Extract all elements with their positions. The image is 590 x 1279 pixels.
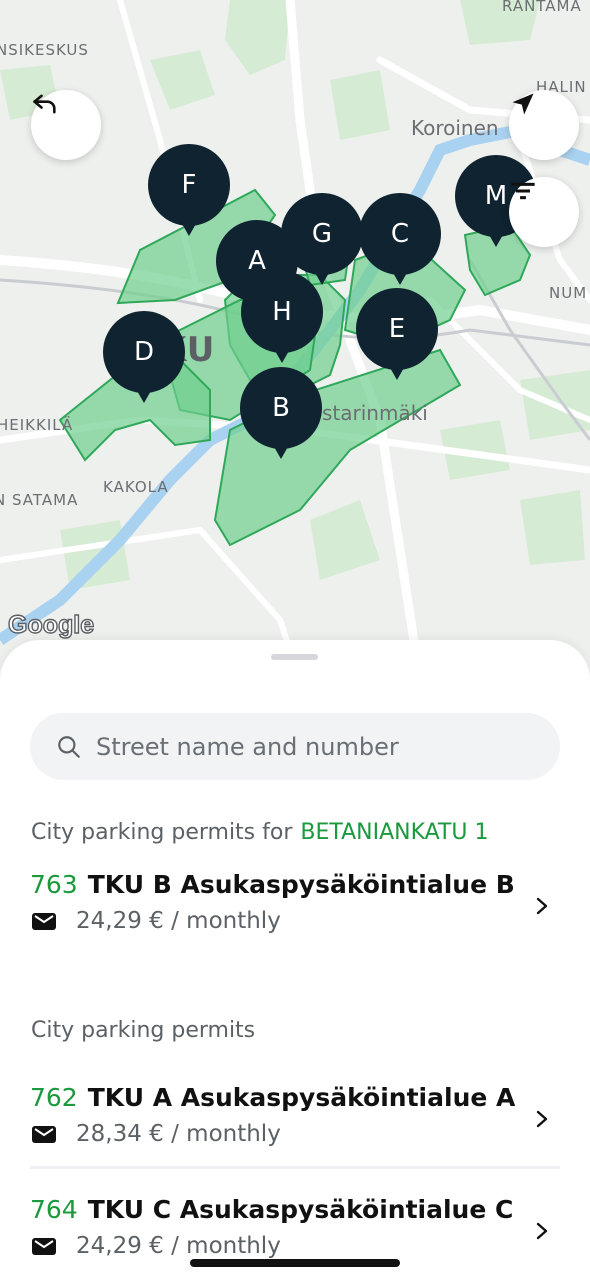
nearby-permits-heading: City parking permits for BETANIANKATU 1 [31, 820, 489, 845]
sheet-drag-handle[interactable] [271, 654, 318, 660]
list-divider [30, 1166, 560, 1169]
zone-marker-f[interactable]: F [148, 144, 230, 236]
chevron-right-icon [536, 897, 548, 915]
permit-price: 24,29 € / monthly [76, 1233, 281, 1259]
permit-title: TKU B Asukaspysäköintialue B [87, 870, 515, 899]
permit-price: 24,29 € / monthly [76, 908, 281, 934]
undo-arrow-icon [33, 94, 56, 114]
filter-button[interactable] [509, 177, 579, 247]
nearby-address: BETANIANKATU 1 [300, 820, 489, 845]
permit-title: TKU C Asukaspysäköintialue C [87, 1195, 514, 1224]
map-view[interactable]: RANTAMA NSIKESKUS HALIN Koroinen NUM KU … [0, 0, 590, 680]
locate-me-button[interactable] [509, 90, 579, 160]
map-label-starinmaki: starinmäki [322, 401, 428, 425]
map-label-num: NUM [549, 284, 588, 302]
bottom-sheet: City parking permits for BETANIANKATU 1 7… [0, 640, 590, 1279]
zone-marker-e[interactable]: E [356, 288, 438, 380]
permit-item-763[interactable]: 763 TKU B Asukaspysäköintialue B 24,29 € … [30, 870, 560, 956]
map-label-satama: N SATAMA [0, 491, 79, 509]
search-bar[interactable] [30, 713, 560, 780]
permit-price: 28,34 € / monthly [76, 1121, 281, 1147]
permit-code: 764 [30, 1195, 78, 1224]
home-indicator[interactable] [190, 1259, 400, 1267]
chevron-right-icon [536, 1110, 548, 1128]
permit-code: 762 [30, 1083, 78, 1112]
map-label-koroinen: Koroinen [411, 116, 499, 140]
chevron-right-icon [536, 1222, 548, 1240]
all-permits-heading: City parking permits [31, 1018, 256, 1043]
map-label-keskus: NSIKESKUS [0, 41, 89, 59]
zone-marker-d[interactable]: D [103, 311, 185, 403]
search-icon [58, 735, 80, 758]
zone-marker-h[interactable]: H [241, 271, 323, 363]
zone-marker-c[interactable]: C [359, 193, 441, 285]
permit-name: 764 TKU C Asukaspysäköintialue C [30, 1195, 513, 1224]
map-label-kakola: KAKOLA [103, 478, 169, 496]
zone-marker-g[interactable]: G [281, 193, 363, 285]
permit-code: 763 [30, 870, 78, 899]
map-label-heikkila: HEIKKILÄ [0, 416, 74, 434]
wallet-icon [32, 913, 56, 930]
permit-name: 762 TKU A Asukaspysäköintialue A [30, 1083, 515, 1112]
permit-price-row: 24,29 € / monthly [30, 908, 281, 934]
nearby-permits-title: City parking permits for [31, 820, 293, 845]
permit-price-row: 24,29 € / monthly [30, 1233, 281, 1259]
back-button[interactable] [31, 90, 101, 160]
filter-icon [511, 182, 535, 200]
search-input[interactable] [96, 732, 536, 761]
permit-price-row: 28,34 € / monthly [30, 1121, 281, 1147]
wallet-icon [32, 1126, 56, 1143]
google-logo: Google [7, 610, 95, 639]
map-label-rantama: RANTAMA [502, 0, 582, 15]
wallet-icon [32, 1238, 56, 1255]
permit-title: TKU A Asukaspysäköintialue A [87, 1083, 516, 1112]
zone-marker-b[interactable]: B [240, 367, 322, 459]
permit-item-762[interactable]: 762 TKU A Asukaspysäköintialue A 28,34 € … [30, 1083, 560, 1169]
navigation-arrow-icon [512, 93, 534, 115]
permit-name: 763 TKU B Asukaspysäköintialue B [30, 870, 515, 899]
